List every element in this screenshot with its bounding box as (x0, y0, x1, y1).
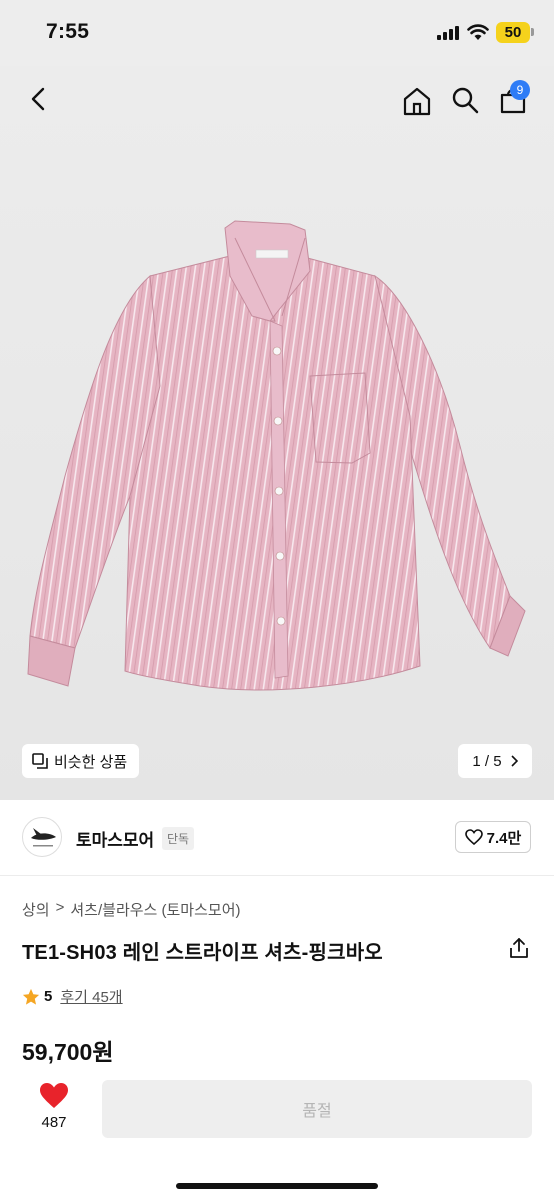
product-price: 59,700원 (22, 1039, 114, 1065)
pager-current: 1 (472, 752, 481, 770)
brand-like-button[interactable]: 7.4만 (455, 821, 531, 853)
rating-score: 5 (44, 988, 53, 1005)
image-pager[interactable]: 1 / 5 (458, 744, 532, 778)
home-indicator (176, 1183, 378, 1189)
product-title: TE1-SH03 레인 스트라이프 셔츠-핑크바오 (22, 942, 383, 964)
cart-count-badge: 9 (510, 80, 530, 100)
product-shirt-image (27, 220, 526, 691)
reviews-link[interactable]: 후기 45개 (60, 986, 122, 1007)
battery-indicator: 50 (496, 22, 530, 43)
wishlist-button[interactable]: 487 (32, 1082, 76, 1131)
heart-filled-icon (40, 1083, 68, 1108)
product-image-gallery[interactable]: 9 비슷한 상품 1 / 5 (0, 66, 554, 800)
status-bar: 7:55 50 (0, 0, 554, 66)
chevron-right-icon (511, 755, 518, 767)
back-icon[interactable] (24, 84, 54, 114)
rating-row: 5 후기 45개 (22, 986, 123, 1007)
breadcrumb: 상의 > 셔츠/블라우스 (토마스모어) (22, 899, 241, 920)
star-icon (22, 988, 40, 1005)
wifi-icon (467, 24, 489, 40)
pager-total: 5 (493, 752, 502, 770)
brand-logo-icon (31, 828, 56, 847)
breadcrumb-level1[interactable]: 상의 (22, 899, 50, 920)
battery-tip (531, 28, 534, 36)
pager-text: 1 / 5 (472, 753, 501, 770)
exclusive-badge: 단독 (162, 827, 195, 850)
brand-name[interactable]: 토마스모어 (76, 826, 154, 851)
share-icon[interactable] (508, 937, 530, 959)
cellular-signal-icon (437, 26, 459, 40)
heart-outline-icon (464, 829, 483, 845)
breadcrumb-separator: > (55, 899, 65, 916)
brand-likes-count: 7.4만 (486, 829, 522, 847)
sold-out-button[interactable]: 품절 (102, 1080, 532, 1138)
similar-products-button[interactable]: 비슷한 상품 (22, 744, 140, 778)
pager-separator: / (484, 752, 490, 770)
wishlist-count: 487 (41, 1114, 67, 1131)
search-icon[interactable] (451, 86, 479, 114)
similar-items-icon (32, 753, 48, 769)
similar-products-label: 비슷한 상품 (54, 753, 128, 771)
brand-row[interactable]: 토마스모어 단독 7.4만 (0, 800, 554, 876)
status-time: 7:55 (46, 20, 90, 43)
brand-logo[interactable] (22, 817, 62, 857)
home-icon[interactable] (402, 86, 432, 116)
breadcrumb-level2[interactable]: 셔츠/블라우스 (토마스모어) (70, 899, 240, 920)
